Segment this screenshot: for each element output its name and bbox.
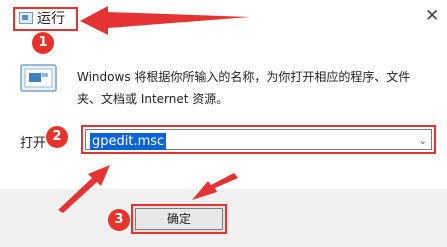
annotation-arrows <box>58 6 250 213</box>
step-badge-3: 3 <box>108 209 130 231</box>
arrow-to-ok-button <box>192 173 238 200</box>
step-badge-1: 1 <box>32 32 54 54</box>
step-badge-2: 2 <box>46 126 68 148</box>
arrow-to-title <box>80 6 250 35</box>
arrow-to-input <box>58 165 110 213</box>
